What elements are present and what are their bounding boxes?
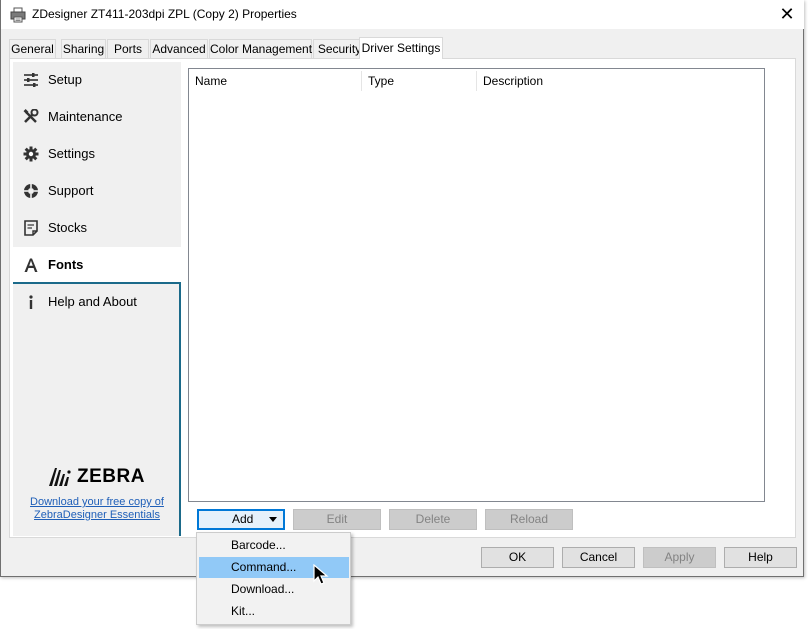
menu-item-kit[interactable]: Kit...: [199, 601, 349, 622]
properties-window: ZDesigner ZT411-203dpi ZPL (Copy 2) Prop…: [0, 0, 804, 577]
tab-advanced[interactable]: Advanced: [150, 39, 208, 58]
ok-button[interactable]: OK: [481, 547, 554, 568]
sliders-icon: [24, 73, 38, 87]
help-button[interactable]: Help: [724, 547, 797, 568]
close-icon: ✕: [779, 4, 795, 24]
sidebar-item-label: Setup: [48, 72, 82, 87]
sidebar-item-label: Settings: [48, 146, 95, 161]
tab-ports[interactable]: Ports: [107, 39, 149, 58]
sidebar-item-label: Support: [48, 183, 94, 198]
column-header-type[interactable]: Type: [362, 69, 476, 93]
label-stock-icon: [24, 220, 38, 236]
close-button[interactable]: ✕: [770, 0, 804, 29]
printer-icon: [10, 7, 26, 23]
dropdown-arrow-icon: [269, 517, 277, 522]
tab-color-management[interactable]: Color Management: [209, 39, 312, 58]
sidebar-item-label: Stocks: [48, 220, 88, 235]
edit-button[interactable]: Edit: [293, 509, 381, 530]
sidebar-item-maintenance[interactable]: Maintenance: [13, 99, 181, 136]
fonts-list-view[interactable]: Name Type Description: [188, 68, 765, 502]
settings-sidebar: Setup Maintenance Settings Support Stock…: [13, 62, 181, 536]
sidebar-item-label: Maintenance: [48, 109, 123, 124]
lifebuoy-icon: [24, 184, 38, 198]
zebra-logo: ZEBRA: [47, 465, 145, 489]
sidebar-lower-area: Help and About ZEBRA Download your free …: [13, 282, 181, 536]
reload-button[interactable]: Reload: [485, 509, 573, 530]
font-icon: [24, 258, 38, 272]
column-header-description[interactable]: Description: [477, 69, 763, 93]
apply-button[interactable]: Apply: [643, 547, 716, 568]
sidebar-item-help-and-about[interactable]: Help and About: [13, 284, 179, 321]
tab-sharing[interactable]: Sharing: [61, 39, 106, 58]
sidebar-item-label: Help and About: [48, 294, 137, 309]
column-header-name[interactable]: Name: [189, 69, 361, 93]
sidebar-item-label: Fonts: [48, 257, 84, 272]
zebra-head-icon: [49, 468, 71, 486]
sidebar-item-setup[interactable]: Setup: [13, 62, 181, 99]
title-bar[interactable]: ZDesigner ZT411-203dpi ZPL (Copy 2) Prop…: [1, 0, 804, 29]
mouse-cursor-icon: [313, 564, 329, 585]
sidebar-item-fonts[interactable]: Fonts: [13, 247, 181, 284]
cancel-button[interactable]: Cancel: [562, 547, 635, 568]
gear-icon: [23, 146, 39, 162]
sidebar-item-settings[interactable]: Settings: [13, 136, 181, 173]
sidebar-item-stocks[interactable]: Stocks: [13, 210, 181, 247]
tab-driver-settings[interactable]: Driver Settings: [359, 37, 443, 59]
add-button-label: Add: [232, 512, 254, 526]
info-icon: [29, 295, 33, 309]
brand-name: ZEBRA: [77, 466, 145, 487]
window-title: ZDesigner ZT411-203dpi ZPL (Copy 2) Prop…: [32, 7, 297, 21]
add-button[interactable]: Add: [197, 509, 285, 530]
tab-general[interactable]: General: [9, 39, 56, 58]
menu-item-barcode[interactable]: Barcode...: [199, 535, 349, 556]
tools-icon: [23, 109, 39, 123]
sidebar-item-support[interactable]: Support: [13, 173, 181, 210]
delete-button[interactable]: Delete: [389, 509, 477, 530]
download-designer-link[interactable]: Download your free copy of ZebraDesigner…: [25, 496, 169, 522]
